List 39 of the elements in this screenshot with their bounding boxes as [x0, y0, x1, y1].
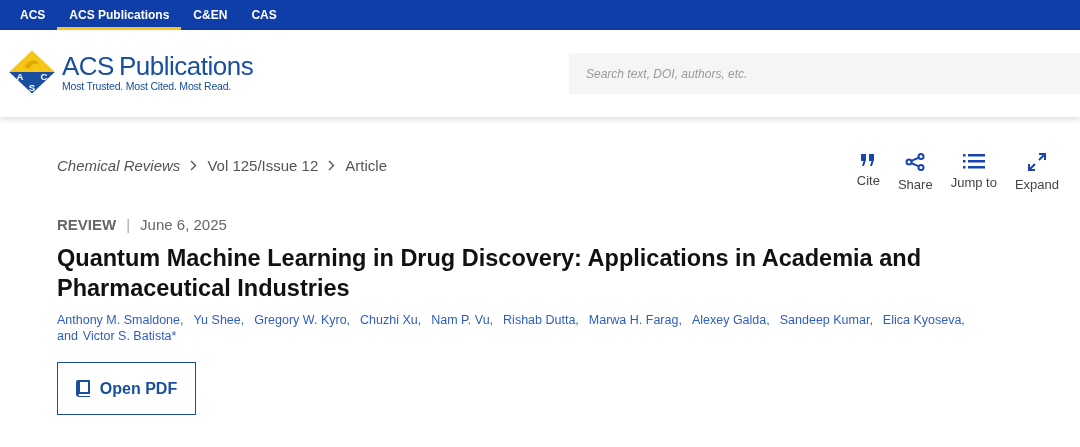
author-link[interactable]: Victor S. Batista* — [82, 329, 177, 343]
separator: | — [126, 216, 131, 233]
conjunction: and — [57, 329, 78, 343]
logo-tagline: Most Trusted. Most Cited. Most Read. — [62, 79, 233, 92]
author-link[interactable]: Anthony M. Smaldone, — [57, 313, 184, 327]
share-button[interactable]: Share — [897, 153, 933, 192]
book-icon — [75, 380, 90, 397]
chevron-right-icon — [190, 159, 198, 171]
quote-icon — [860, 153, 877, 167]
nav-tab[interactable]: ACS Publications — [57, 0, 182, 30]
jump-button[interactable]: Jump to — [950, 153, 997, 192]
expand-button[interactable]: Expand — [1014, 153, 1059, 192]
share-icon — [905, 153, 926, 171]
cite-button[interactable]: Cite — [856, 153, 880, 192]
breadcrumb-link[interactable]: Chemical Reviews — [57, 156, 181, 174]
author-link[interactable]: Alexey Galda, — [691, 313, 770, 327]
nav-tab[interactable]: ACS — [8, 0, 58, 30]
nav-tab[interactable]: C&EN — [181, 0, 240, 30]
open-pdf-button[interactable]: Open PDF — [57, 362, 196, 415]
author-link[interactable]: Sandeep Kumar, — [779, 313, 873, 327]
expand-icon — [1027, 153, 1046, 171]
logo-wordmark: ACS Publications — [62, 51, 254, 80]
nav-tab[interactable]: CAS — [239, 0, 289, 30]
article-type: REVIEW — [57, 216, 117, 233]
article-title: Quantum Machine Learning in Drug Discovery: Applications in Academia and Pharmaceutical Industries — [57, 244, 922, 303]
author-link[interactable]: Gregory W. Kyro, — [254, 313, 351, 327]
author-link[interactable]: Marwa H. Farag, — [588, 313, 682, 327]
publication-date: June 6, 2025 — [140, 216, 227, 233]
breadcrumb-current-link[interactable]: Article — [345, 156, 387, 174]
author-link[interactable]: Nam P. Vu, — [431, 313, 494, 327]
logo-emblem-drawing: A C S — [8, 48, 56, 95]
search-field[interactable]: Search text, DOI, authors, etc. — [569, 53, 1080, 94]
author-link[interactable]: Rishab Dutta, — [503, 313, 579, 327]
author-link[interactable]: Yu Shee, — [193, 313, 245, 327]
author-link[interactable]: Elica Kyoseva, — [882, 313, 965, 327]
breadcrumb-link[interactable]: Vol 125/Issue 12 — [207, 156, 319, 174]
chevron-right-icon — [328, 159, 336, 171]
list-icon — [962, 153, 985, 169]
author-link[interactable]: Chuzhi Xu, — [360, 313, 422, 327]
